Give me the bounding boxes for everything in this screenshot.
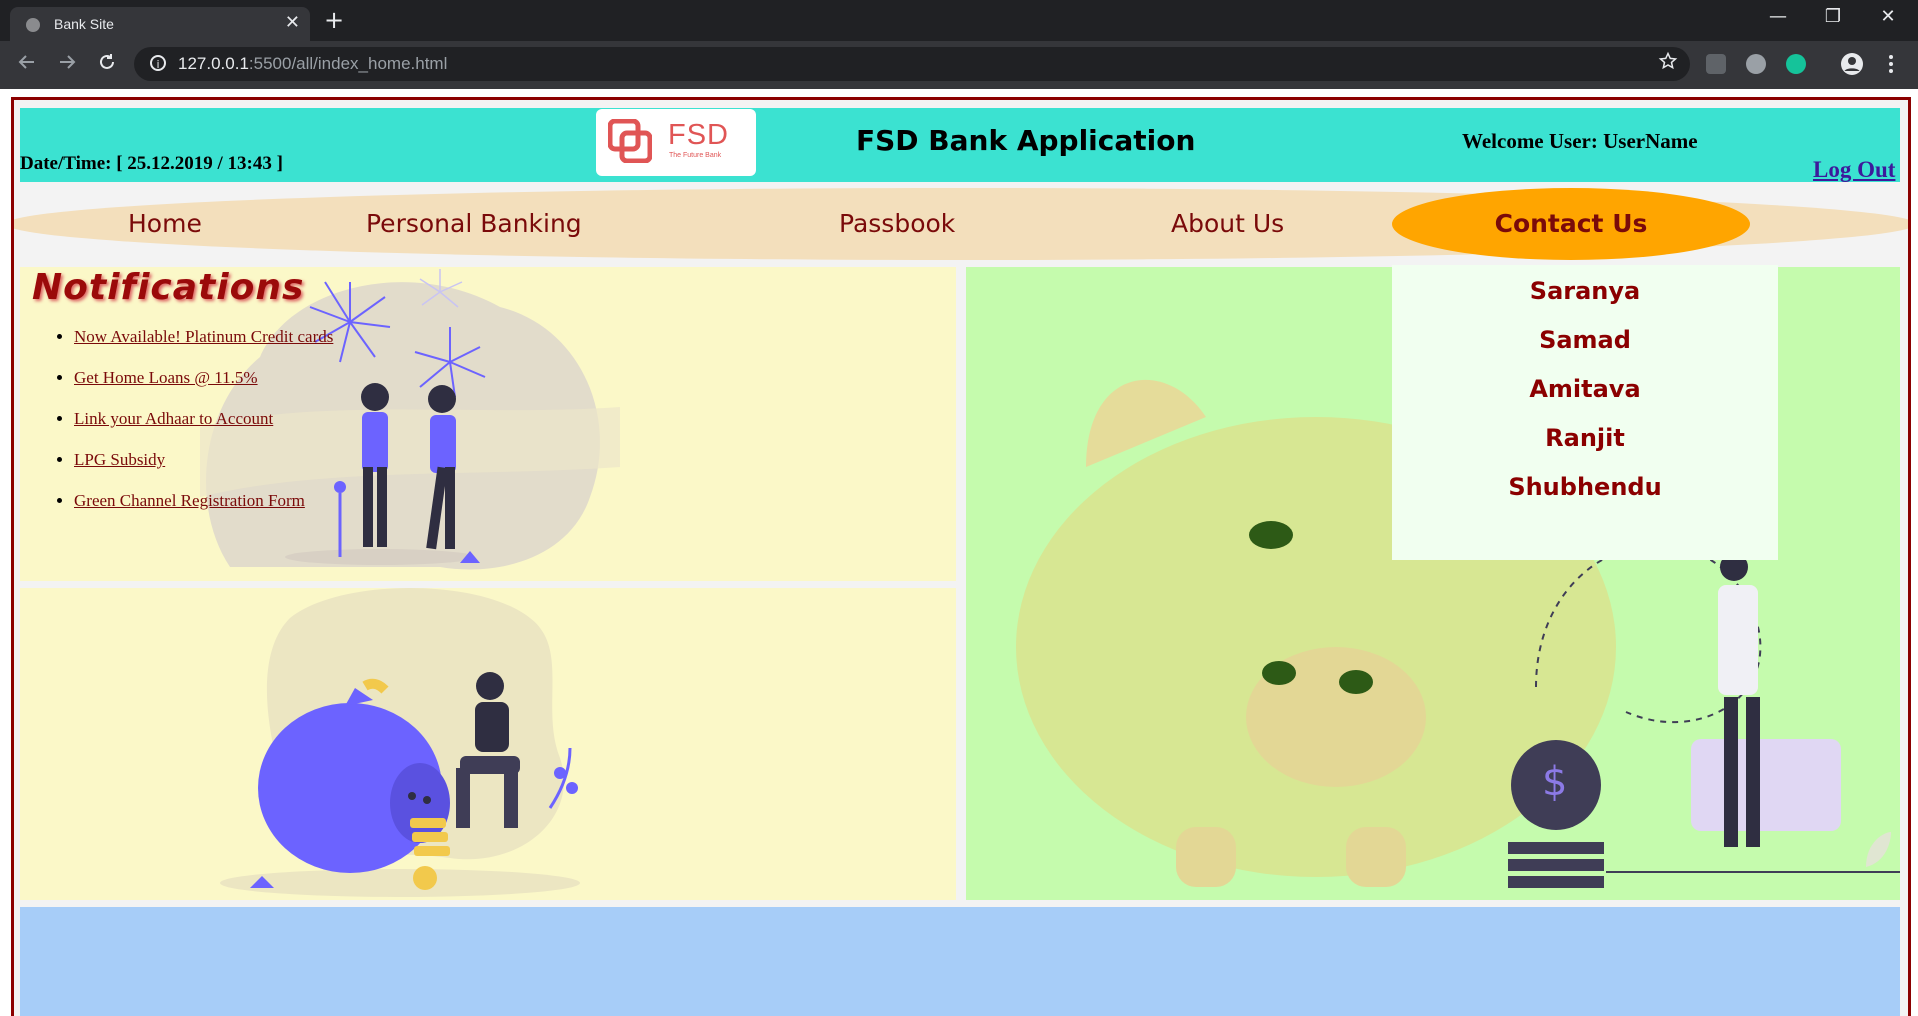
nav-personal-banking[interactable]: Personal Banking	[366, 188, 582, 260]
star-icon[interactable]	[1658, 51, 1678, 71]
piggy-bank-illustration	[220, 588, 580, 897]
more-vert-icon[interactable]	[1886, 53, 1896, 75]
notifications-panel: Notifications Now Available! Platinum Cr…	[20, 267, 956, 581]
contact-item-samad[interactable]: Samad	[1392, 326, 1778, 354]
arrow-left-icon[interactable]	[16, 51, 38, 73]
browser-tab-strip: Bank Site ✕ + — ❐ ✕	[0, 0, 1918, 41]
list-item: Get Home Loans @ 11.5%	[74, 368, 333, 388]
notifications-title: Notifications	[32, 267, 305, 308]
notifications-list: Now Available! Platinum Credit cards Get…	[60, 327, 333, 532]
list-item: Now Available! Platinum Credit cards	[74, 327, 333, 347]
datetime-label: Date/Time: [ 25.12.2019 / 13:43 ]	[20, 153, 283, 174]
contact-item-saranya[interactable]: Saranya	[1392, 277, 1778, 305]
contact-item-amitava[interactable]: Amitava	[1392, 375, 1778, 403]
arrow-right-icon[interactable]	[56, 51, 78, 73]
reload-icon[interactable]	[96, 51, 118, 73]
bank-logo[interactable]: FSD The Future Bank	[596, 109, 756, 176]
list-item: Link your Adhaar to Account	[74, 409, 333, 429]
notification-link[interactable]: Get Home Loans @ 11.5%	[74, 368, 258, 387]
extension-icon[interactable]	[1706, 54, 1726, 74]
list-item: LPG Subsidy	[74, 450, 333, 470]
dollar-icon: $	[1542, 759, 1568, 805]
logo-subtitle: The Future Bank	[669, 152, 722, 159]
notification-link[interactable]: Green Channel Registration Form	[74, 491, 305, 510]
tab-close-icon[interactable]: ✕	[285, 12, 300, 33]
url-host: 127.0.0.1	[178, 54, 249, 73]
nav-contact-us[interactable]: Contact Us	[1392, 188, 1750, 260]
notification-link[interactable]: Link your Adhaar to Account	[74, 409, 273, 428]
nav-home[interactable]: Home	[128, 188, 202, 260]
contact-dropdown: Saranya Samad Amitava Ranjit Shubhendu	[1392, 265, 1778, 560]
list-item: Green Channel Registration Form	[74, 491, 333, 511]
contact-item-shubhendu[interactable]: Shubhendu	[1392, 473, 1778, 501]
contact-item-ranjit[interactable]: Ranjit	[1392, 424, 1778, 452]
address-bar[interactable]: i 127.0.0.1:5500/all/index_home.html	[134, 47, 1690, 81]
account-icon[interactable]	[1840, 52, 1864, 76]
savings-illustration-panel	[20, 588, 956, 900]
minimize-icon[interactable]: —	[1758, 6, 1798, 27]
new-tab-icon[interactable]: +	[324, 6, 344, 34]
browser-tab[interactable]: Bank Site ✕	[10, 7, 310, 41]
url-text[interactable]: 127.0.0.1:5500/all/index_home.html	[178, 54, 447, 74]
logout-link[interactable]: Log Out	[1813, 157, 1895, 183]
restore-icon[interactable]: ❐	[1813, 6, 1853, 27]
grammarly-icon[interactable]	[1786, 54, 1806, 74]
footer-panel	[20, 907, 1900, 1016]
notification-link[interactable]: LPG Subsidy	[74, 450, 165, 469]
logo-text: FSD	[668, 119, 729, 151]
notification-link[interactable]: Now Available! Platinum Credit cards	[74, 327, 333, 346]
page-title: FSD Bank Application	[856, 124, 1196, 157]
nav-passbook[interactable]: Passbook	[839, 188, 955, 260]
browser-toolbar: i 127.0.0.1:5500/all/index_home.html	[0, 41, 1918, 89]
nav-about-us[interactable]: About Us	[1171, 188, 1284, 260]
tab-title: Bank Site	[54, 16, 114, 32]
welcome-user: Welcome User: UserName	[1462, 129, 1698, 153]
info-icon[interactable]: i	[150, 55, 166, 71]
window-close-icon[interactable]: ✕	[1868, 6, 1908, 27]
page-frame: Date/Time: [ 25.12.2019 / 13:43 ] FSD Th…	[11, 97, 1911, 1016]
extension-icon[interactable]	[1746, 54, 1766, 74]
logo-mark-icon	[608, 119, 652, 163]
url-path: :5500/all/index_home.html	[248, 54, 448, 73]
globe-icon	[26, 18, 40, 32]
